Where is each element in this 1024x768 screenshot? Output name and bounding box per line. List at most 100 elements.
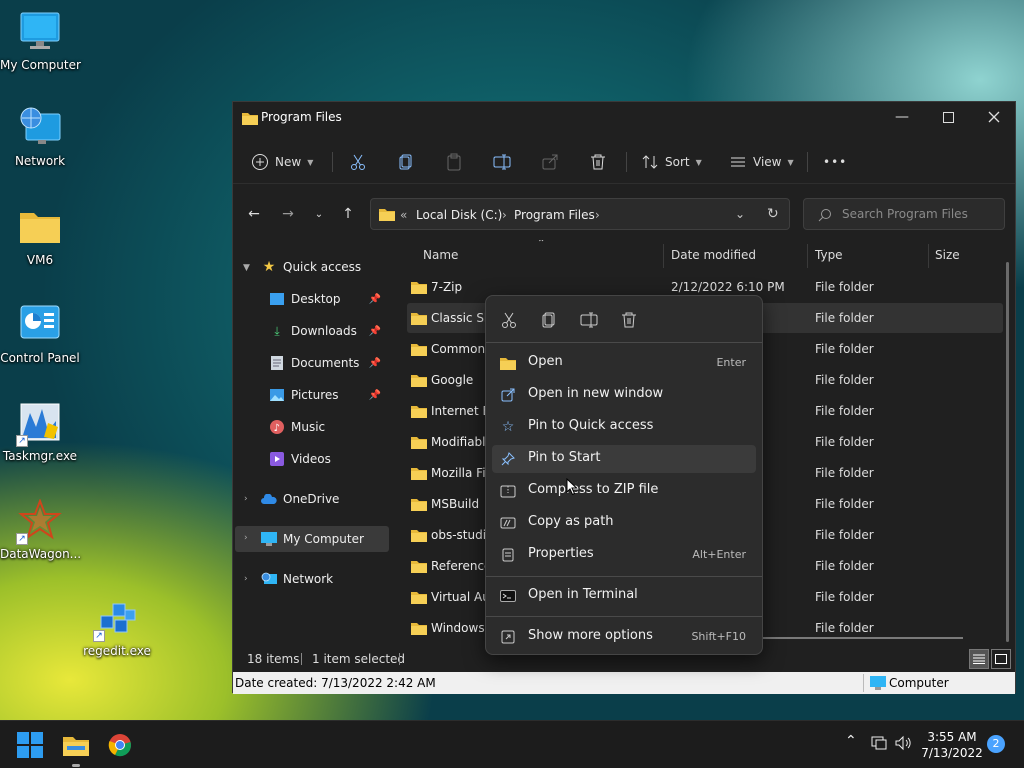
forward-button[interactable]: → [277,204,299,224]
clock[interactable]: 3:55 AM 7/13/2022 [920,729,984,761]
desktop-icon-network[interactable]: Network [0,106,80,168]
menu-open[interactable]: Open Enter [492,349,756,377]
nav-documents[interactable]: Documents 📌 [269,350,389,376]
desktop-icon-vm6[interactable]: VM6 [0,205,80,267]
title-bar[interactable]: Program Files — [233,102,1015,132]
tray-overflow-chevron-icon[interactable]: ⌃ [845,733,857,749]
desktop-icon-datawagon[interactable]: ↗ DataWagon... [0,498,82,561]
menu-label: Open in Terminal [528,587,638,602]
column-divider[interactable] [663,244,664,268]
address-overflow[interactable]: « [400,208,407,222]
chevron-down-icon: ▼ [787,157,794,167]
column-header-size[interactable]: Size [935,240,960,270]
paste-button[interactable] [445,148,463,176]
context-cut-button[interactable] [494,306,524,334]
column-divider[interactable] [928,244,929,268]
file-type: File folder [815,404,874,418]
menu-label: Open in new window [528,386,664,401]
recent-locations-button[interactable]: ⌄ [308,204,330,224]
expand-chevron-icon[interactable]: › [244,533,248,543]
nav-quick-access[interactable]: ★ Quick access [261,254,391,280]
expand-chevron-icon[interactable]: › [244,494,248,504]
nav-my-computer[interactable]: › My Computer [235,526,389,552]
desktop-icon-label: Control Panel [0,351,80,365]
menu-properties[interactable]: Properties Alt+Enter [492,541,756,569]
menu-label: Show more options [528,628,653,643]
context-menu: Open Enter Open in new window ☆ Pin to Q… [485,295,763,655]
volume-icon[interactable] [895,735,913,755]
desktop-icon-control-panel[interactable]: Control Panel [0,303,80,365]
taskbar-file-explorer[interactable] [58,729,94,761]
clock-time: 3:55 AM [927,730,977,744]
address-dropdown-icon[interactable]: ⌄ [735,207,745,221]
nav-music[interactable]: ♪ Music [269,414,389,440]
new-button[interactable]: New ▼ [251,148,313,176]
nav-videos[interactable]: Videos [269,446,389,472]
breadcrumb-program-files[interactable]: Program Files [514,208,595,222]
folder-icon [379,207,395,224]
rename-button[interactable] [493,148,511,176]
desktop-icon-my-computer[interactable]: My Computer [0,10,81,72]
nav-desktop[interactable]: Desktop 📌 [269,286,389,312]
network-tray-icon[interactable] [871,735,887,755]
folder-icon [411,404,427,421]
share-button[interactable] [541,148,559,176]
plus-circle-icon [252,154,268,170]
delete-button[interactable] [589,148,607,176]
column-header-name[interactable]: Name [423,240,458,270]
notification-badge[interactable]: 2 [987,735,1005,753]
address-bar[interactable]: « Local Disk (C:) › Program Files › ⌄ ↻ [370,198,790,230]
menu-pin-start[interactable]: Pin to Start [492,445,756,473]
back-button[interactable]: ← [243,204,265,224]
file-name: Reference [431,559,492,573]
tiles-view-icon [995,654,1007,664]
desktop-icon-label: DataWagon... [0,547,82,561]
start-button[interactable] [12,729,48,761]
view-button[interactable]: View ▼ [729,148,794,176]
details-view-button[interactable] [969,649,989,669]
chevron-down-icon: ⌄ [314,208,324,220]
menu-open-new-window[interactable]: Open in new window [492,381,756,409]
desktop-icon-taskmgr[interactable]: ↗ Taskmgr.exe [0,401,80,463]
menu-show-more-options[interactable]: Show more options Shift+F10 [492,623,756,651]
search-box[interactable] [803,198,1005,230]
expand-chevron-icon[interactable]: ▼ [243,263,250,273]
maximize-button[interactable] [925,102,971,132]
minimize-button[interactable]: — [879,102,925,132]
column-divider[interactable] [807,244,808,268]
cut-button[interactable] [349,148,367,176]
nav-network[interactable]: Network [261,566,389,592]
menu-copy-path[interactable]: Copy as path [492,509,756,537]
refresh-icon[interactable]: ↻ [767,206,779,222]
zip-icon [500,483,516,499]
menu-pin-quick-access[interactable]: ☆ Pin to Quick access [492,413,756,441]
expand-chevron-icon[interactable]: › [244,574,248,584]
pin-icon: 📌 [368,293,381,305]
vertical-scrollbar[interactable] [1006,262,1009,642]
desktop-icon-regedit[interactable]: ↗ regedit.exe [77,596,157,658]
column-header-date[interactable]: Date modified [671,240,756,270]
close-button[interactable] [971,102,1017,132]
copy-button[interactable] [397,148,415,176]
nav-downloads[interactable]: ⤓ Downloads 📌 [269,318,389,344]
menu-compress-zip[interactable]: Compress to ZIP file [492,477,756,505]
menu-open-terminal[interactable]: Open in Terminal [492,582,756,610]
sort-button[interactable]: Sort ▼ [641,148,702,176]
nav-onedrive[interactable]: OneDrive [261,486,389,512]
search-icon [818,209,831,222]
rename-icon [493,154,511,170]
up-button[interactable]: ↑ [337,204,359,224]
nav-pictures[interactable]: Pictures 📌 [269,382,389,408]
tiles-view-button[interactable] [991,649,1011,669]
taskbar-chrome[interactable] [102,729,138,761]
context-delete-button[interactable] [614,306,644,334]
search-input[interactable] [842,207,997,221]
copy-icon [542,312,555,328]
sort-label: Sort [665,155,690,169]
context-rename-button[interactable] [574,306,604,334]
horizontal-scrollbar[interactable] [763,637,963,639]
more-options-button[interactable]: ••• [823,148,847,176]
column-header-type[interactable]: Type [815,240,843,270]
context-copy-button[interactable] [534,306,564,334]
breadcrumb-local-disk[interactable]: Local Disk (C:) [416,208,502,222]
